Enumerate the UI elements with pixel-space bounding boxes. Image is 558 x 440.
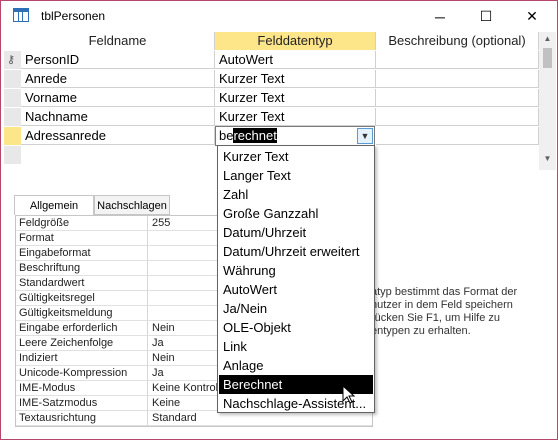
dropdown-option[interactable]: Link: [219, 337, 373, 356]
dropdown-option[interactable]: OLE-Objekt: [219, 318, 373, 337]
field-name-cell[interactable]: Anrede: [21, 70, 215, 88]
property-name: Eingabe erforderlich: [16, 321, 148, 336]
description-cell[interactable]: [376, 70, 539, 88]
dropdown-option[interactable]: Ja/Nein: [219, 299, 373, 318]
help-line: nutzer in dem Feld speichern: [371, 299, 513, 311]
field-name-cell[interactable]: Adressanrede: [21, 127, 215, 145]
primary-key-icon: ⚷: [7, 54, 16, 66]
row-selector[interactable]: [4, 146, 21, 165]
property-name: Gültigkeitsregel: [16, 291, 148, 306]
property-name: Leere Zeichenfolge: [16, 336, 148, 351]
row-selector[interactable]: [4, 89, 21, 108]
scroll-down-icon[interactable]: ▼: [539, 154, 556, 166]
property-name: Feldgröße: [16, 216, 148, 231]
data-type-cell[interactable]: Kurzer Text: [215, 89, 376, 107]
header-data-type[interactable]: Felddatentyp: [215, 32, 376, 50]
property-name: Format: [16, 231, 148, 246]
data-type-cell[interactable]: AutoWert: [215, 51, 376, 69]
mouse-pointer-icon: [342, 385, 356, 404]
title-bar[interactable]: tblPersonen ─ ☐ ✕: [1, 1, 557, 32]
field-row[interactable]: Vorname Kurzer Text: [1, 89, 541, 108]
dropdown-option[interactable]: Währung: [219, 261, 373, 280]
dropdown-option[interactable]: Kurzer Text: [219, 147, 373, 166]
field-row[interactable]: Anrede Kurzer Text: [1, 70, 541, 89]
dropdown-option[interactable]: Datum/Uhrzeit erweitert: [219, 242, 373, 261]
property-value[interactable]: Standard: [148, 411, 372, 426]
row-selector-current[interactable]: [4, 127, 21, 146]
description-cell[interactable]: [376, 127, 539, 145]
field-name-cell[interactable]: Nachname: [21, 108, 215, 126]
data-type-autocomplete-text: rechnet: [233, 128, 277, 143]
row-selector[interactable]: [4, 108, 21, 127]
field-row[interactable]: ⚷ PersonID AutoWert: [1, 51, 541, 70]
property-name: IME-Modus: [16, 381, 148, 396]
window-title: tblPersonen: [41, 9, 106, 23]
minimize-button[interactable]: ─: [417, 1, 463, 32]
property-name: Eingabeformat: [16, 246, 148, 261]
row-selector[interactable]: [4, 70, 21, 89]
field-name-cell[interactable]: Vorname: [21, 89, 215, 107]
data-type-typed-text: be: [219, 128, 234, 143]
dropdown-option[interactable]: Anlage: [219, 356, 373, 375]
help-line: atyp bestimmt das Format der: [371, 286, 518, 298]
data-type-cell[interactable]: Kurzer Text: [215, 70, 376, 88]
property-name: Standardwert: [16, 276, 148, 291]
chevron-down-icon[interactable]: ▼: [357, 128, 373, 144]
data-type-dropdown-list[interactable]: Kurzer Text Langer Text Zahl Große Ganzz…: [217, 145, 375, 413]
help-line: rücken Sie F1, um Hilfe zu: [371, 312, 500, 324]
scroll-up-icon[interactable]: ▲: [539, 34, 556, 46]
property-help-text: atyp bestimmt das Format der nutzer in d…: [371, 286, 549, 338]
maximize-button[interactable]: ☐: [463, 1, 509, 32]
dropdown-option[interactable]: Zahl: [219, 185, 373, 204]
description-cell[interactable]: [376, 89, 539, 107]
property-name: Gültigkeitsmeldung: [16, 306, 148, 321]
header-field-name[interactable]: Feldname: [21, 32, 215, 50]
table-icon: [13, 8, 29, 22]
property-name: Indiziert: [16, 351, 148, 366]
grid-corner: [1, 32, 21, 50]
property-row[interactable]: Textausrichtung Standard: [16, 411, 372, 426]
help-line: entypen zu erhalten.: [371, 325, 471, 337]
property-name: IME-Satzmodus: [16, 396, 148, 411]
tab-lookup[interactable]: Nachschlagen: [94, 195, 170, 215]
description-cell[interactable]: [376, 108, 539, 126]
description-cell[interactable]: [376, 51, 539, 69]
data-type-combobox[interactable]: berechnet ▼: [215, 126, 375, 146]
grid-vertical-scrollbar[interactable]: ▲ ▼: [539, 32, 556, 170]
dropdown-option[interactable]: Große Ganzzahl: [219, 204, 373, 223]
dropdown-option[interactable]: Langer Text: [219, 166, 373, 185]
field-row[interactable]: Nachname Kurzer Text: [1, 108, 541, 127]
property-name: Beschriftung: [16, 261, 148, 276]
field-name-cell[interactable]: PersonID: [21, 51, 215, 69]
data-type-cell[interactable]: Kurzer Text: [215, 108, 376, 126]
dropdown-option[interactable]: Datum/Uhrzeit: [219, 223, 373, 242]
property-name: Unicode-Kompression: [16, 366, 148, 381]
property-name: Textausrichtung: [16, 411, 148, 426]
table-design-window: tblPersonen ─ ☐ ✕ Feldname Felddatentyp …: [0, 0, 558, 440]
header-description[interactable]: Beschreibung (optional): [376, 32, 539, 50]
scroll-thumb[interactable]: [543, 48, 552, 68]
tab-general[interactable]: Allgemein: [14, 195, 94, 215]
dropdown-option[interactable]: AutoWert: [219, 280, 373, 299]
close-button[interactable]: ✕: [509, 1, 555, 32]
